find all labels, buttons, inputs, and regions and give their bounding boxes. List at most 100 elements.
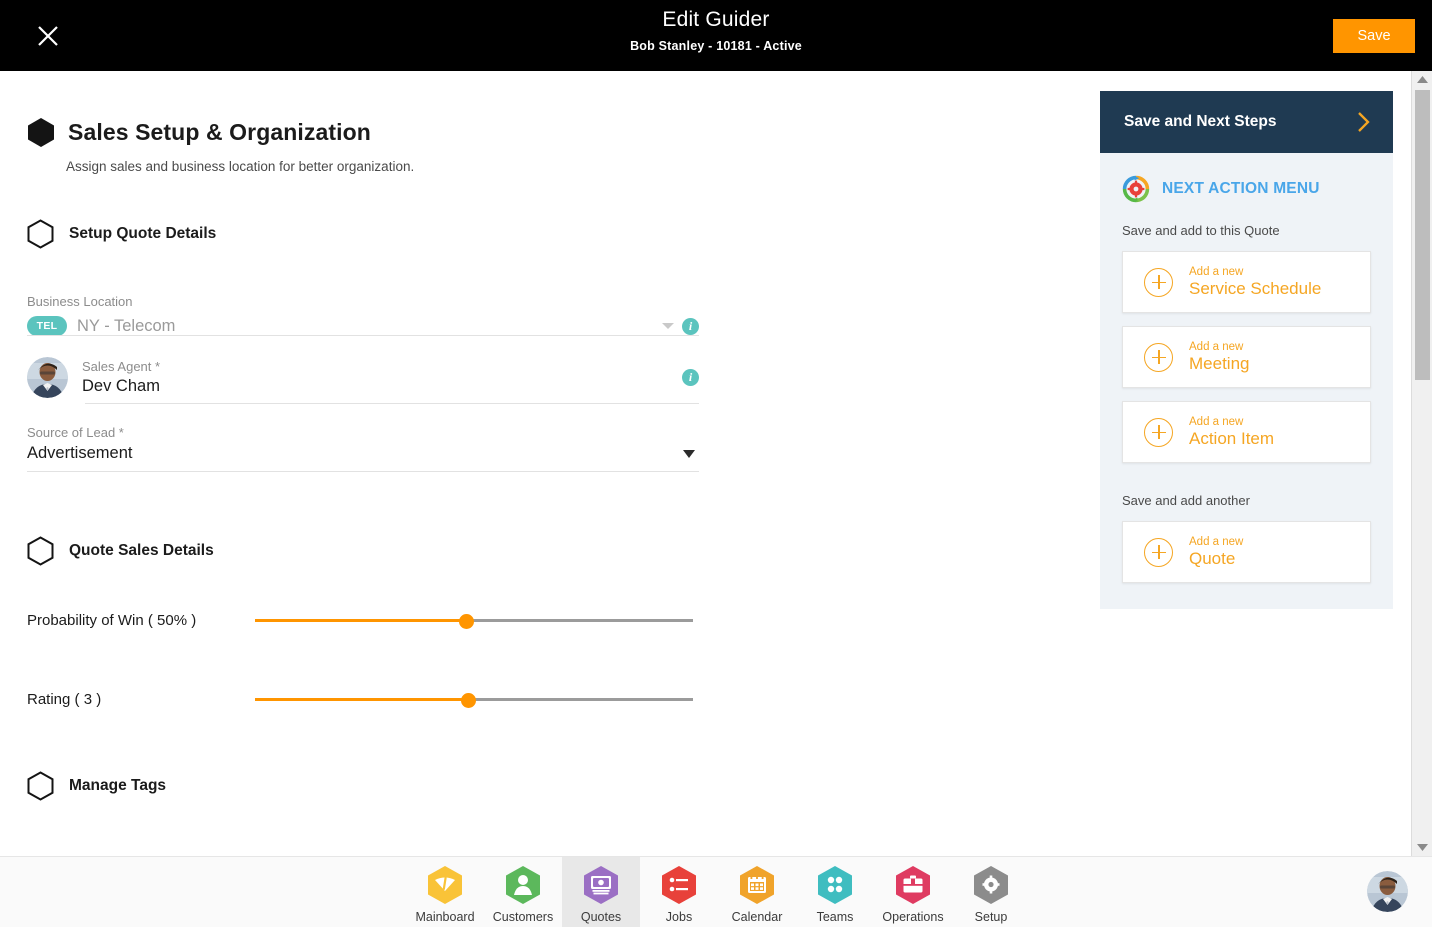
add-quote-card[interactable]: Add a new Quote — [1122, 521, 1371, 583]
info-icon[interactable]: i — [682, 368, 699, 386]
chevron-down-icon[interactable] — [683, 449, 695, 458]
nav-item-mainboard[interactable]: Mainboard — [406, 857, 484, 927]
modal-header: Edit Guider Bob Stanley - 10181 - Active… — [0, 0, 1432, 71]
probability-of-win-slider[interactable] — [255, 610, 693, 630]
nav-items: Mainboard Customers Quotes Jobs Calendar… — [406, 857, 1030, 927]
rating-label: Rating ( 3 ) — [27, 690, 102, 708]
card-prefix: Add a new — [1189, 535, 1244, 548]
card-prefix: Add a new — [1189, 415, 1244, 428]
avatar-photo-icon — [27, 356, 68, 398]
nav-item-jobs[interactable]: Jobs — [640, 857, 718, 927]
form-column: Sales Setup & Organization Assign sales … — [0, 71, 740, 801]
hexagon-outline-icon — [27, 219, 54, 249]
save-and-next-steps-panel: Save and Next Steps NEXT ACTION MENU Sav… — [1100, 91, 1393, 609]
source-of-lead-field[interactable]: Source of Lead * Advertisement — [27, 425, 699, 472]
card-prefix: Add a new — [1189, 340, 1244, 353]
add-action-item-card[interactable]: Add a new Action Item — [1122, 401, 1371, 463]
calendar-icon — [740, 866, 774, 904]
chevron-down-icon[interactable] — [662, 323, 674, 329]
jobs-icon — [662, 866, 696, 904]
probability-of-win-slider-row: Probability of Win ( 50% ) — [27, 610, 740, 630]
next-action-menu-label: NEXT ACTION MENU — [1162, 180, 1320, 197]
scroll-up-button[interactable] — [1412, 71, 1432, 88]
sales-agent-field[interactable]: Sales Agent * Dev Cham i — [27, 350, 699, 404]
subsection-header-quote-sales-details: Quote Sales Details — [27, 536, 740, 566]
nav-item-quotes[interactable]: Quotes — [562, 857, 640, 927]
group-caption-2: Save and add another — [1122, 493, 1250, 508]
nav-label: Teams — [816, 910, 854, 924]
nav-item-setup[interactable]: Setup — [952, 857, 1030, 927]
setup-icon — [974, 866, 1008, 904]
sales-agent-label: Sales Agent * — [82, 358, 161, 374]
triangle-up-icon — [1417, 76, 1428, 83]
info-icon[interactable]: i — [682, 317, 699, 335]
vertical-scrollbar[interactable] — [1411, 71, 1432, 856]
card-title: Action Item — [1189, 428, 1275, 448]
business-location-value: NY - Telecom — [77, 316, 176, 335]
slider-thumb[interactable] — [460, 692, 476, 708]
slider-fill — [255, 698, 472, 701]
record-subtitle: Bob Stanley - 10181 - Active — [630, 39, 802, 53]
nav-label: Calendar — [731, 910, 783, 924]
field-underline — [27, 471, 699, 472]
avatar-photo-icon — [1367, 871, 1408, 912]
probability-of-win-label: Probability of Win ( 50% ) — [27, 611, 197, 629]
nav-item-calendar[interactable]: Calendar — [718, 857, 796, 927]
group-caption-1: Save and add to this Quote — [1122, 223, 1280, 238]
nav-label: Mainboard — [415, 910, 475, 924]
nav-label: Setup — [974, 910, 1008, 924]
chevron-right-icon[interactable] — [1356, 110, 1371, 134]
nav-label: Customers — [492, 910, 554, 924]
nav-item-operations[interactable]: Operations — [874, 857, 952, 927]
sales-setup-section-header: Sales Setup & Organization — [27, 117, 740, 148]
triangle-down-icon — [1417, 844, 1428, 851]
nav-item-teams[interactable]: Teams — [796, 857, 874, 927]
next-action-menu-header: NEXT ACTION MENU — [1122, 175, 1371, 203]
plus-circle-icon — [1144, 537, 1173, 567]
subsection-title: Manage Tags — [69, 777, 167, 794]
slider-fill — [255, 619, 470, 622]
business-location-field[interactable]: Business Location TEL NY - Telecom i — [27, 294, 699, 336]
edit-guider-window: Edit Guider Bob Stanley - 10181 - Active… — [0, 0, 1432, 927]
field-underline — [85, 403, 699, 404]
nav-label: Jobs — [665, 910, 693, 924]
rating-slider-row: Rating ( 3 ) — [27, 689, 740, 709]
bottom-navigation-bar: Mainboard Customers Quotes Jobs Calendar… — [0, 856, 1432, 927]
user-avatar[interactable] — [1367, 871, 1408, 912]
scroll-down-button[interactable] — [1412, 839, 1432, 856]
nav-label: Operations — [882, 910, 944, 924]
save-and-next-steps-header[interactable]: Save and Next Steps — [1100, 91, 1393, 153]
rating-slider[interactable] — [255, 689, 693, 709]
subsection-title: Setup Quote Details — [69, 225, 217, 242]
add-service-schedule-card[interactable]: Add a new Service Schedule — [1122, 251, 1371, 313]
save-button[interactable]: Save — [1333, 19, 1415, 53]
plus-circle-icon — [1144, 267, 1173, 297]
subsection-header-manage-tags: Manage Tags — [27, 771, 740, 801]
subsection-title: Quote Sales Details — [69, 542, 214, 559]
nav-item-customers[interactable]: Customers — [484, 857, 562, 927]
modal-body: Sales Setup & Organization Assign sales … — [0, 71, 1411, 856]
modal-title-block: Edit Guider Bob Stanley - 10181 - Active — [0, 8, 1432, 53]
location-code-badge: TEL — [27, 316, 67, 336]
slider-thumb[interactable] — [458, 613, 474, 629]
hexagon-outline-icon — [27, 771, 54, 801]
plus-circle-icon — [1144, 417, 1173, 447]
sales-agent-value: Dev Cham — [82, 376, 160, 395]
operations-icon — [896, 866, 930, 904]
customers-icon — [506, 866, 540, 904]
page-section-title: Sales Setup & Organization — [68, 119, 371, 145]
hexagon-filled-icon — [28, 118, 54, 147]
add-meeting-card[interactable]: Add a new Meeting — [1122, 326, 1371, 388]
plus-circle-icon — [1144, 342, 1173, 372]
hexagon-outline-icon — [27, 536, 54, 566]
page-section-description: Assign sales and business location for b… — [66, 159, 415, 174]
source-of-lead-value: Advertisement — [27, 444, 133, 462]
scrollbar-thumb[interactable] — [1415, 90, 1430, 380]
avatar — [27, 356, 68, 398]
teams-icon — [818, 866, 852, 904]
page-title: Edit Guider — [662, 8, 770, 31]
card-title: Service Schedule — [1189, 278, 1322, 298]
refresh-gear-icon — [1122, 175, 1150, 203]
panel-title: Save and Next Steps — [1124, 113, 1277, 130]
field-underline — [27, 335, 699, 336]
